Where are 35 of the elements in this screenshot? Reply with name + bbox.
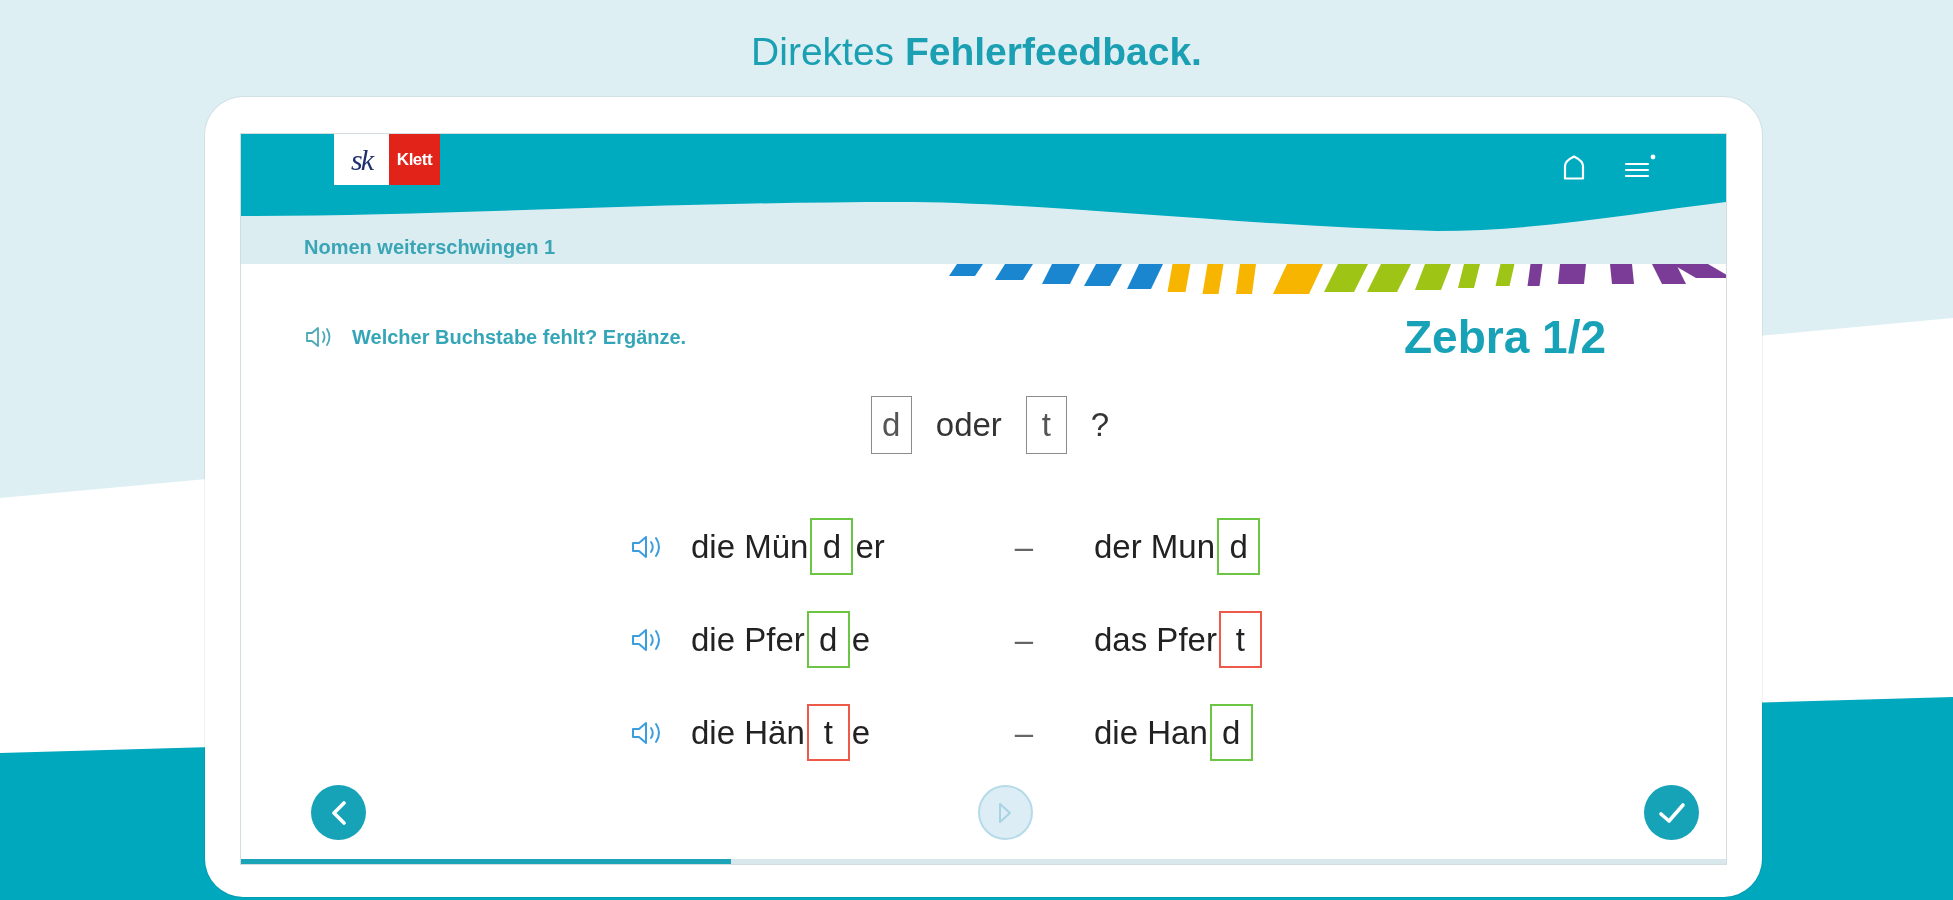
dash-text: – [1013, 527, 1035, 566]
logo-mark: sk [334, 134, 389, 185]
answer-box[interactable]: t [806, 704, 850, 761]
word-text: die Mün [691, 527, 809, 566]
back-button[interactable] [311, 785, 366, 840]
check-button[interactable] [1644, 785, 1699, 840]
letter-tile[interactable]: d [870, 396, 912, 454]
breadcrumb-title: Nomen weiterschwingen 1 [304, 235, 556, 260]
answer-box[interactable]: t [1218, 611, 1262, 668]
answer-box[interactable]: d [1217, 518, 1261, 575]
word-text: er [855, 527, 885, 566]
exercise-title: Zebra 1/2 [1404, 310, 1606, 364]
chevron-left-icon [330, 800, 347, 825]
word-text: der Mun [1094, 527, 1216, 566]
word-text: die Pfer [691, 620, 805, 659]
choice-text: ? [1090, 406, 1110, 444]
answer-box[interactable]: d [1209, 704, 1253, 761]
word-text: e [851, 620, 871, 659]
letter-tile[interactable]: t [1025, 396, 1067, 454]
dash-text: – [1013, 713, 1035, 752]
word-text: die Hän [691, 713, 805, 752]
word-text: das Pfer [1094, 620, 1217, 659]
play-icon [998, 801, 1012, 824]
word-text: die Han [1094, 713, 1208, 752]
checkmark-icon [1657, 801, 1686, 824]
headline: Direktes Fehlerfeedback. [751, 28, 1202, 75]
answer-box[interactable]: d [806, 611, 850, 668]
instruction-text: Welcher Buchstabe fehlt? Ergänze. [352, 325, 687, 349]
menu-icon[interactable] [1624, 154, 1656, 180]
home-icon[interactable] [1562, 154, 1586, 180]
answer-box[interactable]: d [810, 518, 854, 575]
choice-text: oder [935, 406, 1002, 444]
word-text: e [851, 713, 871, 752]
dash-text: – [1013, 620, 1035, 659]
logo-wordmark: Klett [389, 134, 440, 185]
